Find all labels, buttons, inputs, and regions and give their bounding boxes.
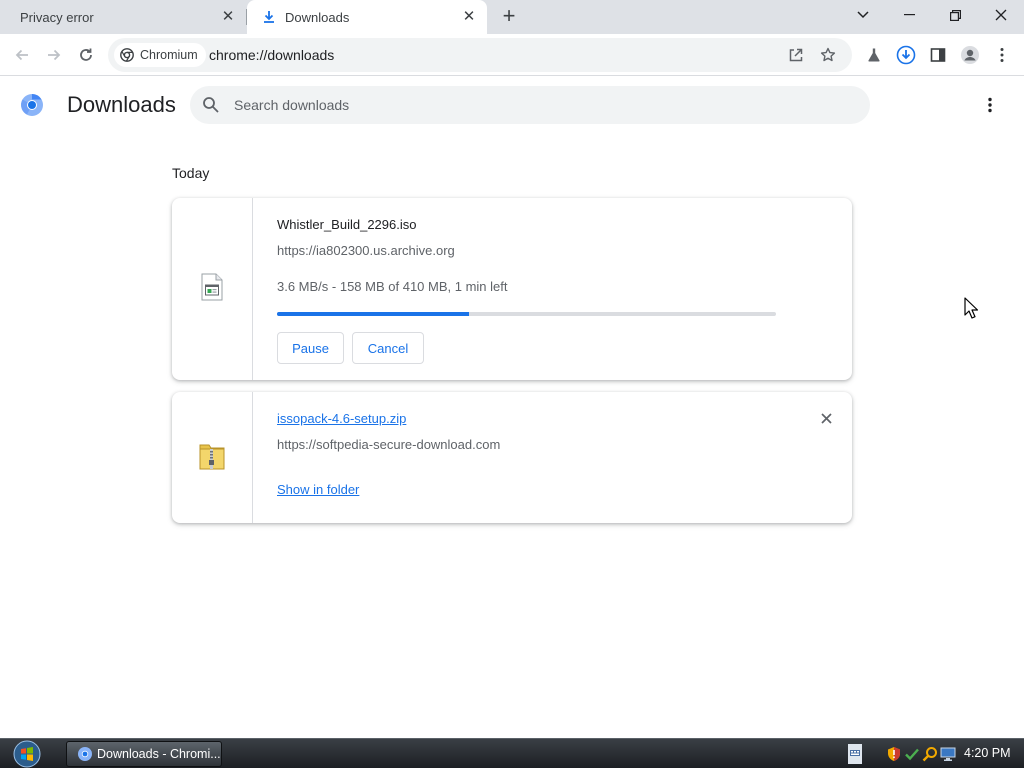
display-monitor-icon[interactable] [940,746,956,762]
share-icon[interactable] [784,43,808,67]
keyboard-language-icon[interactable] [848,744,862,764]
progress-bar [277,312,776,316]
tab-downloads[interactable]: Downloads ✕ [247,0,487,34]
file-source-url: https://softpedia-secure-download.com [277,437,501,452]
file-name: Whistler_Build_2296.iso [277,217,417,232]
tab-strip: Privacy error ✕ Downloads ✕ + [0,0,1024,34]
side-panel-icon[interactable] [925,42,951,68]
search-downloads-box[interactable] [190,86,870,124]
file-name-link[interactable]: issopack-4.6-setup.zip [277,411,406,426]
reload-button[interactable] [73,42,99,68]
date-heading: Today [172,165,210,181]
minimize-button[interactable] [886,0,932,30]
page-more-actions-icon[interactable] [978,93,1002,117]
profile-avatar-icon[interactable] [957,42,983,68]
download-item-in-progress: Whistler_Build_2296.iso https://ia802300… [172,198,852,380]
search-magnifier-icon[interactable] [922,746,938,762]
search-downloads-input[interactable] [234,95,834,115]
mouse-cursor-icon [964,297,979,324]
network-check-icon[interactable] [904,746,920,762]
chromium-logo-icon [20,93,44,117]
tab-privacy-error[interactable]: Privacy error ✕ [0,0,246,34]
search-icon [202,96,220,119]
close-window-button[interactable] [978,0,1024,30]
cancel-button[interactable]: Cancel [352,332,424,364]
disc-image-file-icon [200,273,224,306]
forward-button[interactable] [41,42,67,68]
taskbar-chromium-window[interactable]: Downloads - Chromi... [66,741,222,767]
taskbar-window-label: Downloads - Chromi... [97,747,221,761]
back-button[interactable] [9,42,35,68]
system-clock: 4:20 PM [964,746,1011,760]
remove-from-list-icon[interactable] [818,410,834,426]
new-tab-button[interactable]: + [498,5,520,28]
tab-close-icon[interactable]: ✕ [220,9,236,25]
page-title: Downloads [67,92,176,117]
restore-button[interactable] [932,0,978,30]
tab-title: Privacy error [20,9,94,25]
file-icon-column [172,392,253,523]
file-icon-column [172,198,253,380]
taskbar: Downloads - Chromi... 4:20 PM [0,738,1024,768]
site-chip[interactable]: Chromium [114,43,206,67]
bookmark-star-icon[interactable] [816,43,840,67]
tab-close-icon[interactable]: ✕ [461,9,477,25]
tab-title: Downloads [285,9,350,25]
download-status: 3.6 MB/s - 158 MB of 410 MB, 1 min left [277,279,508,294]
pause-button[interactable]: Pause [277,332,344,364]
show-in-folder-link[interactable]: Show in folder [277,482,359,497]
tab-search-chevron-icon[interactable] [840,0,886,30]
chromium-icon [77,746,93,762]
download-item-completed: issopack-4.6-setup.zip https://softpedia… [172,392,852,523]
browser-menu-icon[interactable] [989,42,1015,68]
url-text[interactable]: chrome://downloads [209,47,334,63]
site-chip-label: Chromium [140,48,198,62]
experiments-flask-icon[interactable] [861,42,887,68]
progress-bar-fill [277,312,470,316]
file-source-url: https://ia802300.us.archive.org [277,243,455,258]
system-tray: 4:20 PM [846,741,1024,767]
chromium-icon [120,48,134,62]
start-button[interactable] [10,739,44,768]
security-shield-icon[interactable] [886,746,902,762]
toolbar: Chromium chrome://downloads [0,34,1024,76]
zip-folder-icon [198,439,226,476]
omnibox[interactable]: Chromium chrome://downloads [108,38,852,72]
downloads-toolbar-icon[interactable] [893,42,919,68]
download-icon [261,9,277,25]
